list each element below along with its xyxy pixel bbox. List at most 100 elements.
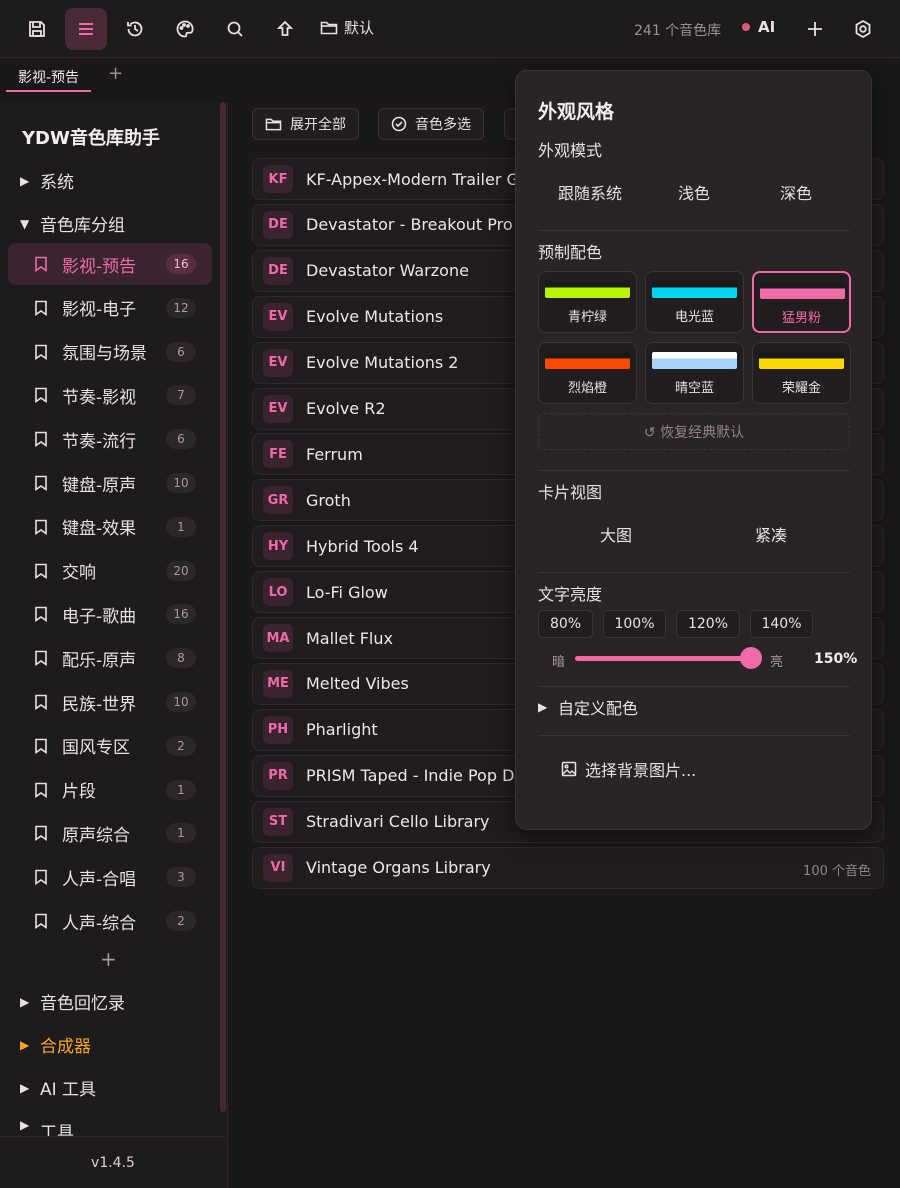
brightness-value: 150% (814, 651, 858, 667)
choose-background-button[interactable]: 选择背景图片... (561, 757, 696, 781)
group-label: 键盘-原声 (62, 475, 137, 496)
slider-bright-label: 亮 (770, 655, 784, 670)
swatch-name: 青柠绿 (567, 310, 607, 325)
multi-select-label: 音色多选 (415, 117, 471, 133)
sidebar-group-item[interactable]: 节奏-影视 7 (8, 374, 212, 416)
preset-swatch[interactable]: 电光蓝 (645, 271, 744, 333)
preset-swatch[interactable]: 烈焰橙 (538, 342, 637, 404)
bookmark-icon (35, 869, 47, 886)
library-name: Pharlight (306, 720, 378, 740)
library-badge: HY (263, 532, 293, 561)
sidebar-group-item[interactable]: 人声-综合 2 (8, 900, 212, 942)
sidebar-section-tools[interactable]: ▶ 工具 (20, 1118, 74, 1136)
sidebar-scrollbar[interactable] (220, 102, 226, 1112)
sidebar-group-item[interactable]: 原声综合 1 (8, 812, 212, 854)
bookmark-icon (35, 694, 47, 710)
library-count: 241 个音色库 (634, 23, 722, 39)
sidebar-group-item[interactable]: 键盘-原声 10 (8, 462, 212, 504)
sidebar-group-item[interactable]: 键盘-效果 1 (8, 506, 212, 548)
appearance-panel: 外观风格 外观模式 跟随系统 浅色 深色 预制配色 青柠绿 电光蓝 猛男粉 烈焰橙 晴空… (515, 70, 872, 830)
preset-swatch[interactable]: 猛男粉 (752, 271, 851, 333)
library-name: Ferrum (306, 444, 363, 464)
sidebar-group-item[interactable]: 影视-电子 12 (8, 287, 212, 329)
group-label: 氛围与场景 (62, 344, 147, 365)
folder-label: 默认 (344, 19, 375, 37)
group-count-badge: 2 (166, 911, 196, 931)
brightness-slider-track[interactable] (575, 656, 750, 661)
bookmark-icon (35, 650, 47, 667)
library-name: Stradivari Cello Library (306, 812, 490, 832)
settings-button[interactable] (842, 8, 884, 50)
preset-swatch[interactable]: 荣耀金 (752, 342, 851, 404)
card-view-large[interactable]: 大图 (600, 522, 632, 546)
sidebar-group-item[interactable]: 电子-歌曲 16 (8, 593, 212, 635)
brightness-option-140[interactable]: 140% (750, 610, 813, 638)
brightness-slider-thumb[interactable] (740, 647, 762, 669)
library-badge: VI (263, 853, 293, 882)
restore-default-button[interactable]: ↺ 恢复经典默认 (538, 413, 850, 450)
add-group-button[interactable]: + (100, 947, 117, 971)
check-circle-icon (391, 116, 407, 132)
library-badge: DE (263, 210, 293, 239)
group-count-badge: 16 (166, 254, 196, 274)
custom-color-toggle[interactable]: ▶ 自定义配色 (538, 695, 638, 719)
history-icon (127, 21, 143, 37)
menu-button[interactable] (65, 8, 107, 50)
sidebar-section-ai-tools[interactable]: ▶ AI 工具 (20, 1075, 96, 1100)
sidebar-section-memory[interactable]: ▶ 音色回忆录 (20, 989, 125, 1014)
sidebar-group-item[interactable]: 配乐-原声 8 (8, 637, 212, 679)
group-count-badge: 7 (166, 385, 196, 406)
divider (538, 686, 850, 687)
brightness-option-120[interactable]: 120% (676, 610, 740, 638)
swatch-name: 烈焰橙 (567, 381, 607, 396)
sidebar-group-item[interactable]: 影视-预告 16 (8, 243, 212, 285)
group-count-badge: 1 (166, 823, 196, 844)
expand-triangle-icon: ▶ (20, 1080, 30, 1095)
history-button[interactable] (114, 8, 156, 50)
library-badge: ST (263, 807, 293, 836)
mode-option-light[interactable]: 浅色 (678, 180, 710, 204)
library-badge: KF (263, 165, 293, 193)
expand-triangle-icon: ▶ (20, 173, 30, 188)
folder-selector[interactable]: 默认 (320, 17, 374, 38)
brightness-option-100[interactable]: 100% (603, 610, 666, 638)
group-label: 影视-预告 (62, 256, 137, 277)
sidebar-section-system[interactable]: ▶ 系统 (20, 168, 74, 193)
expand-all-button[interactable]: 展开全部 (252, 108, 359, 140)
group-count-badge: 6 (166, 429, 196, 450)
preset-swatch[interactable]: 晴空蓝 (645, 342, 744, 404)
card-view-compact[interactable]: 紧凑 (755, 522, 787, 546)
add-button[interactable] (794, 8, 836, 50)
sidebar-group-item[interactable]: 片段 1 (8, 769, 212, 811)
sidebar-group-item[interactable]: 节奏-流行 6 (8, 418, 212, 460)
swatch-name: 电光蓝 (674, 310, 714, 325)
upload-button[interactable] (264, 8, 306, 50)
tab-active[interactable]: 影视-预告 (6, 64, 92, 92)
panel-title: 外观风格 (538, 101, 615, 123)
group-label: 节奏-影视 (62, 387, 137, 408)
save-button[interactable] (16, 8, 58, 50)
multi-select-button[interactable]: 音色多选 (378, 108, 484, 140)
sidebar-group-item[interactable]: 交响 20 (8, 550, 212, 592)
add-tab-button[interactable]: + (108, 63, 123, 84)
ai-button[interactable]: AI (742, 18, 775, 36)
brightness-option-80[interactable]: 80% (538, 610, 593, 638)
sidebar-group-item[interactable]: 人声-合唱 3 (8, 856, 212, 898)
mode-option-dark[interactable]: 深色 (780, 180, 812, 204)
library-badge: GR (263, 486, 293, 515)
search-button[interactable] (214, 8, 256, 50)
sidebar-section-synth[interactable]: ▶ 合成器 (20, 1032, 91, 1057)
sidebar-group-item[interactable]: 国风专区 2 (8, 725, 212, 767)
settings-icon (855, 19, 871, 39)
sidebar-group-item[interactable]: 民族-世界 10 (8, 681, 212, 723)
mode-option-system[interactable]: 跟随系统 (558, 180, 622, 204)
preset-swatch[interactable]: 青柠绿 (538, 271, 637, 333)
swatch-name: 猛男粉 (781, 311, 821, 326)
theme-button[interactable] (164, 8, 206, 50)
library-badge: MA (263, 624, 293, 652)
sidebar-group-item[interactable]: 氛围与场景 6 (8, 331, 212, 373)
library-row[interactable]: VI Vintage Organs Library 100 个音色 (252, 846, 884, 889)
sidebar-section-groups[interactable]: ▼ 音色库分组 (20, 211, 125, 236)
slider-dark-label: 暗 (552, 655, 566, 670)
palette-icon (176, 20, 194, 38)
